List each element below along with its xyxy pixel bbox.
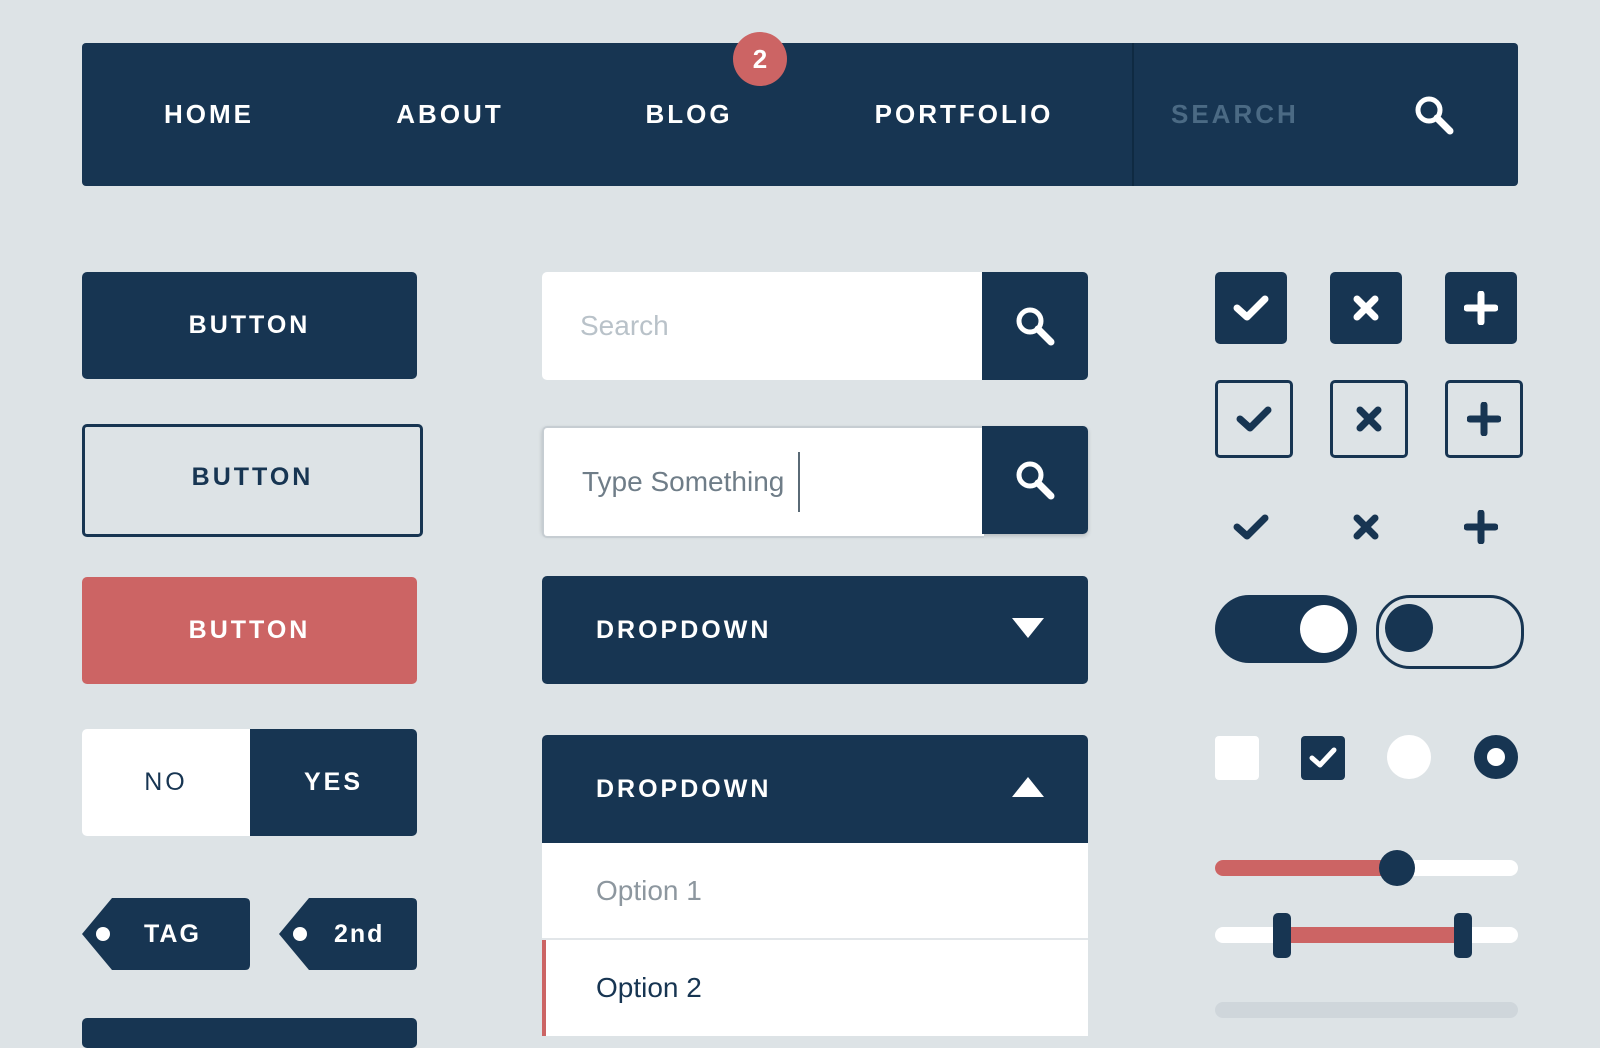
- tag-label: 2nd: [334, 920, 385, 948]
- dropdown-collapsed[interactable]: DROPDOWN: [542, 576, 1088, 684]
- close-button-filled[interactable]: [1330, 272, 1402, 344]
- check-icon[interactable]: [1215, 491, 1287, 563]
- dropdown-expanded[interactable]: DROPDOWN: [542, 735, 1088, 843]
- dropdown-option-selected[interactable]: Option 2: [542, 940, 1088, 1036]
- check-button-filled[interactable]: [1215, 272, 1287, 344]
- search-placeholder: Search: [580, 310, 669, 341]
- dropdown-label: DROPDOWN: [596, 775, 772, 803]
- text-input-value: Type Something: [582, 466, 785, 497]
- close-icon: [1353, 295, 1379, 321]
- selected-indicator: [542, 940, 546, 1036]
- checkbox-checked[interactable]: [1301, 736, 1345, 780]
- option-label: Option 1: [596, 875, 702, 906]
- radio-unselected[interactable]: [1387, 735, 1431, 779]
- plus-button-filled[interactable]: [1445, 272, 1517, 344]
- nav-item-portfolio[interactable]: PORTFOLIO: [875, 43, 1054, 186]
- slider-fill: [1215, 860, 1397, 876]
- search-box: Search: [542, 272, 1088, 380]
- check-icon: [1309, 747, 1337, 768]
- plus-button-outline[interactable]: [1445, 380, 1523, 458]
- search-icon[interactable]: [1412, 93, 1456, 137]
- partial-button[interactable]: [82, 1018, 417, 1048]
- search-icon: [1016, 461, 1055, 500]
- progress-bar: [1215, 1002, 1518, 1018]
- search-icon: [1016, 307, 1055, 346]
- nav-item-about[interactable]: ABOUT: [396, 43, 503, 186]
- tag[interactable]: TAG: [82, 898, 250, 970]
- text-input[interactable]: Type Something: [542, 426, 984, 538]
- plus-icon[interactable]: [1445, 491, 1517, 563]
- radio-selected[interactable]: [1474, 735, 1518, 779]
- search-box-active: Type Something: [542, 426, 1088, 538]
- toggle-yes-option[interactable]: YES: [250, 729, 417, 836]
- text-caret: [798, 452, 800, 512]
- checkbox-unchecked[interactable]: [1215, 736, 1259, 780]
- plus-icon: [1464, 291, 1498, 325]
- dropdown-label: DROPDOWN: [596, 616, 772, 644]
- close-icon[interactable]: [1330, 491, 1402, 563]
- radio-dot: [1487, 748, 1505, 766]
- search-input[interactable]: Search: [542, 272, 982, 380]
- nav-item-blog[interactable]: BLOG: [645, 43, 732, 186]
- check-icon: [1236, 406, 1272, 432]
- range-slider-fill: [1281, 927, 1464, 943]
- range-slider-high-handle[interactable]: [1454, 913, 1473, 958]
- plus-icon: [1467, 402, 1501, 436]
- option-label: Option 2: [596, 972, 702, 1003]
- caret-up-icon: [1012, 777, 1044, 797]
- toggle-no-option[interactable]: NO: [82, 729, 250, 836]
- primary-button[interactable]: BUTTON: [82, 272, 417, 379]
- navbar: HOME ABOUT BLOG PORTFOLIO 2 SEARCH: [82, 32, 1518, 186]
- nav-search-input[interactable]: SEARCH: [1171, 43, 1299, 186]
- caret-down-icon: [1012, 618, 1044, 638]
- switch-off[interactable]: [1376, 595, 1524, 669]
- tag-2nd[interactable]: 2nd: [279, 898, 417, 970]
- switch-knob: [1300, 605, 1348, 653]
- switch-knob: [1385, 604, 1433, 652]
- nav-item-home[interactable]: HOME: [164, 43, 254, 186]
- range-slider-low-handle[interactable]: [1272, 913, 1291, 958]
- tag-label: TAG: [144, 920, 201, 948]
- switch-on[interactable]: [1215, 595, 1357, 663]
- check-icon: [1233, 295, 1269, 321]
- close-icon: [1356, 406, 1382, 432]
- search-button[interactable]: [982, 272, 1088, 380]
- danger-button[interactable]: BUTTON: [82, 577, 417, 684]
- slider-handle[interactable]: [1378, 850, 1415, 886]
- check-button-outline[interactable]: [1215, 380, 1293, 458]
- outline-button[interactable]: BUTTON: [82, 424, 423, 537]
- dropdown-option[interactable]: Option 1: [542, 843, 1088, 938]
- nav-divider: [1132, 43, 1134, 186]
- search-button[interactable]: [982, 426, 1088, 534]
- close-button-outline[interactable]: [1330, 380, 1408, 458]
- notification-badge: 2: [733, 32, 787, 86]
